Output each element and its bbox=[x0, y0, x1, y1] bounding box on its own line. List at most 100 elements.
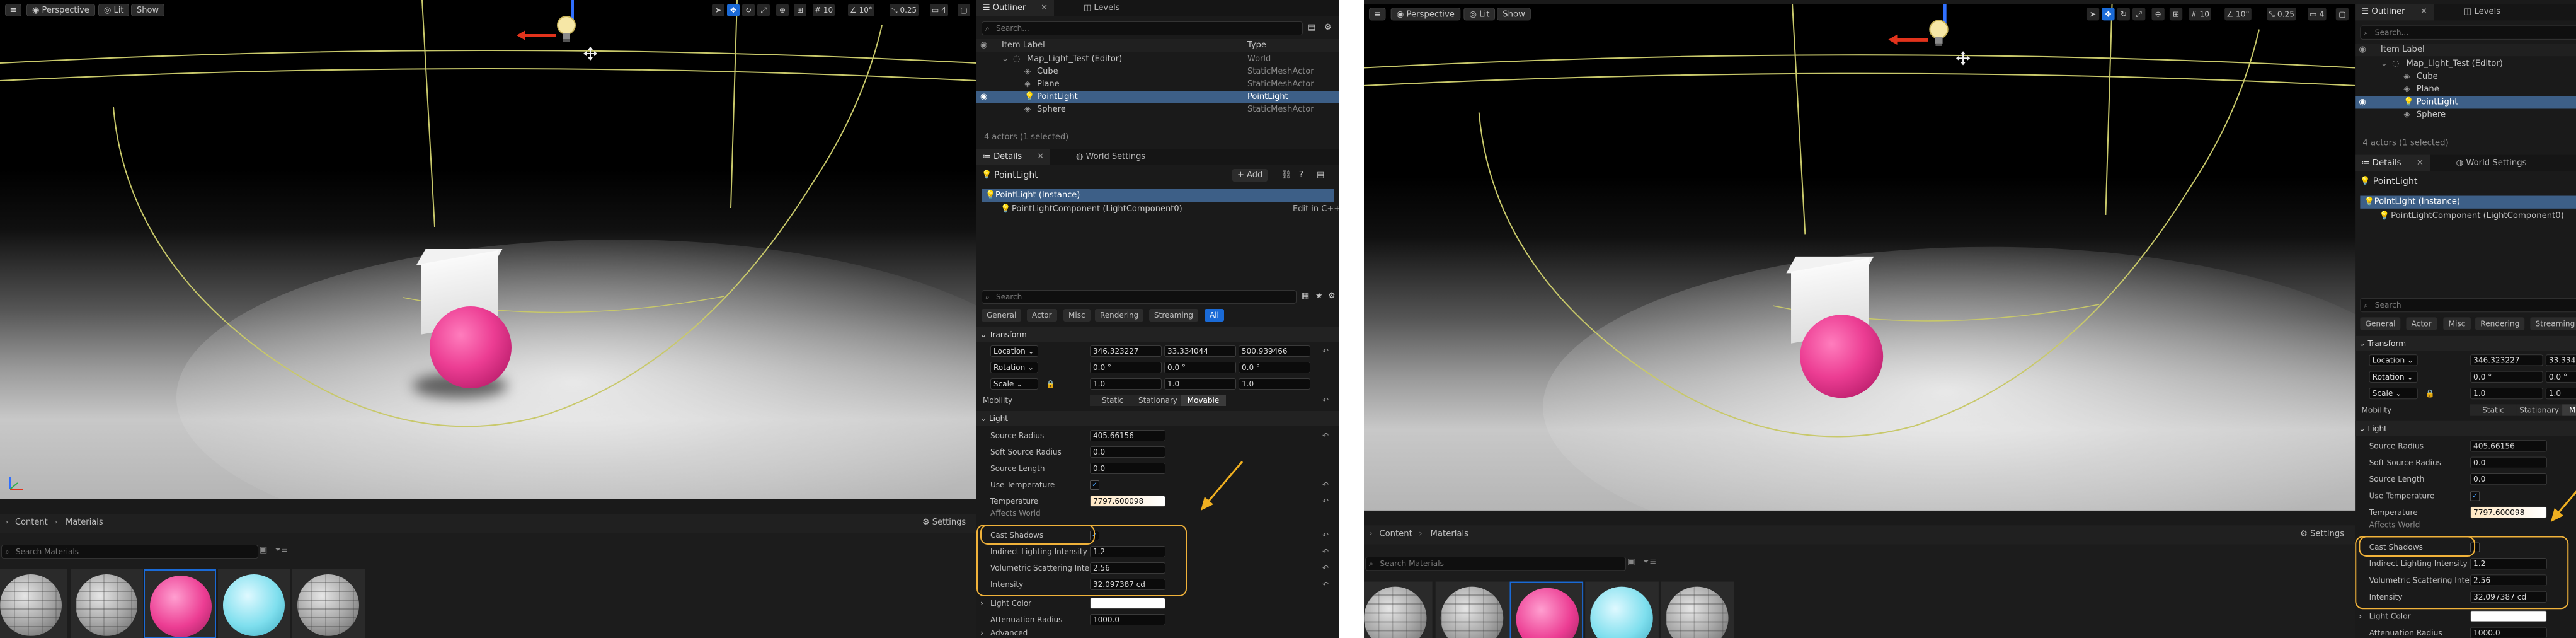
scale-z-field[interactable]: 1.0 bbox=[1239, 378, 1310, 390]
translate-tool-icon[interactable]: ✥ bbox=[727, 4, 740, 16]
point-light-bulb-icon[interactable] bbox=[1926, 18, 1951, 49]
reset-arrow-icon[interactable]: ↶ bbox=[1322, 392, 1329, 409]
surface-snap-icon[interactable]: ⊞ bbox=[794, 4, 806, 16]
close-icon[interactable]: ✕ bbox=[2417, 158, 2424, 168]
tab-levels[interactable]: ◫ Levels bbox=[1077, 0, 1126, 16]
category-misc-button[interactable]: Misc bbox=[1063, 309, 1091, 322]
move-gizmo-icon[interactable] bbox=[1955, 50, 1971, 66]
mobility-stationary-button[interactable]: Stationary bbox=[1135, 395, 1181, 406]
outliner-row[interactable]: ⌄◌Map_Light_Test (Editor)World bbox=[976, 53, 1339, 66]
light-color-swatch[interactable] bbox=[1090, 598, 1165, 609]
rotation-snap-toggle[interactable]: ∠ 10° bbox=[848, 4, 874, 16]
location-x-field[interactable]: 346.323227 bbox=[2470, 354, 2543, 366]
instance-row[interactable]: 💡 PointLight (Instance) bbox=[2360, 195, 2576, 209]
material-thumbnail[interactable] bbox=[1585, 581, 1659, 638]
scale-x-field[interactable]: 1.0 bbox=[2470, 388, 2543, 400]
light-section-header[interactable]: ⌄ Light bbox=[976, 411, 1339, 426]
material-thumbnail-selected[interactable] bbox=[144, 569, 216, 638]
outliner-search-input[interactable]: ⌕ Search... bbox=[982, 21, 1303, 35]
outliner-row[interactable]: ⌄◌Map_Light_Test (Editor)World bbox=[2355, 57, 2576, 70]
scale-snap-toggle[interactable]: ⤡ 0.25 bbox=[2267, 8, 2297, 21]
point-light-bulb-icon[interactable] bbox=[554, 14, 578, 44]
close-icon[interactable]: ✕ bbox=[1037, 152, 1044, 161]
tab-outliner[interactable]: ☰ Outliner ✕ bbox=[976, 0, 1055, 16]
maximize-viewport-icon[interactable]: ▢ bbox=[2335, 8, 2349, 21]
tab-details[interactable]: ≔ Details ✕ bbox=[976, 149, 1051, 165]
blueprint-icon[interactable]: ⛓ bbox=[1281, 169, 1292, 182]
maximize-viewport-icon[interactable]: ▢ bbox=[958, 4, 970, 16]
close-icon[interactable]: ✕ bbox=[2420, 7, 2427, 16]
category-rendering-button[interactable]: Rendering bbox=[2475, 317, 2525, 330]
location-y-field[interactable]: 33.334044 bbox=[2545, 354, 2576, 366]
edit-in-cpp-link[interactable]: Edit in C++ bbox=[1293, 203, 1339, 216]
tab-levels[interactable]: ◫ Levels bbox=[2458, 4, 2507, 20]
lock-icon[interactable]: 🔒 bbox=[1046, 376, 1055, 392]
scale-y-field[interactable]: 1.0 bbox=[1164, 378, 1236, 390]
source-radius-field[interactable]: 405.66156 bbox=[1090, 430, 1165, 441]
category-actor-button[interactable]: Actor bbox=[1027, 309, 1057, 322]
attenuation-radius-field[interactable]: 1000.0 bbox=[2470, 627, 2547, 638]
outliner-row-selected[interactable]: ◉💡PointLightPointLight bbox=[976, 91, 1339, 103]
column-item-label[interactable]: Item Label bbox=[1002, 39, 1045, 52]
tab-details[interactable]: ≔ Details ✕ bbox=[2355, 154, 2430, 171]
level-viewport[interactable]: ≡ ◉ Perspective ◎ Lit Show ➤ ✥ ↻ ⤢ ⊕ ⊞ #… bbox=[1364, 4, 2356, 511]
column-item-label[interactable]: Item Label bbox=[2381, 44, 2425, 56]
help-icon[interactable]: ? bbox=[1299, 169, 1303, 182]
material-thumbnail[interactable] bbox=[71, 569, 143, 638]
show-button[interactable]: Show bbox=[1497, 8, 1531, 21]
translate-tool-icon[interactable]: ✥ bbox=[2102, 8, 2115, 21]
outliner-row-selected[interactable]: ◉💡PointLightPointLight bbox=[2355, 96, 2576, 109]
property-matrix-icon[interactable]: ▦ bbox=[1302, 291, 1309, 301]
column-type[interactable]: Type bbox=[1247, 39, 1266, 52]
reset-arrow-icon[interactable]: ↶ bbox=[1322, 576, 1329, 593]
grid-snap-toggle[interactable]: # 10 bbox=[813, 4, 835, 16]
rotation-dropdown[interactable]: Rotation ⌄ bbox=[2369, 371, 2418, 383]
details-search-input[interactable]: ⌕ Search bbox=[982, 290, 1297, 304]
tab-world-settings[interactable]: ◍ World Settings bbox=[2449, 155, 2533, 171]
add-filter-icon[interactable]: ▤ bbox=[1308, 23, 1315, 32]
rotation-x-field[interactable]: 0.0 ° bbox=[1090, 362, 1162, 373]
source-length-field[interactable]: 0.0 bbox=[2470, 473, 2547, 485]
source-radius-field[interactable]: 405.66156 bbox=[2470, 440, 2547, 452]
advanced-row[interactable]: › Advanced bbox=[976, 628, 1339, 638]
settings-button[interactable]: ⚙ Settings bbox=[922, 518, 966, 527]
material-thumbnail[interactable] bbox=[1660, 581, 1734, 638]
lit-button[interactable]: ◎ Lit bbox=[1463, 8, 1496, 21]
camera-speed-button[interactable]: ▭ 4 bbox=[930, 4, 948, 16]
outliner-row[interactable]: ◈CubeStaticMeshActor bbox=[976, 66, 1339, 78]
scale-dropdown[interactable]: Scale ⌄ bbox=[990, 378, 1038, 390]
temperature-field[interactable]: 7797.600098 bbox=[1090, 496, 1165, 507]
category-general-button[interactable]: General bbox=[982, 309, 1022, 322]
scale-x-field[interactable]: 1.0 bbox=[1090, 378, 1162, 390]
actor-name-field[interactable]: PointLight bbox=[2373, 175, 2418, 188]
rotation-dropdown[interactable]: Rotation ⌄ bbox=[990, 362, 1038, 373]
scale-dropdown[interactable]: Scale ⌄ bbox=[2369, 388, 2418, 400]
rotate-tool-icon[interactable]: ↻ bbox=[742, 4, 755, 16]
category-general-button[interactable]: General bbox=[2360, 317, 2401, 330]
lock-icon[interactable]: 🔒 bbox=[2425, 385, 2435, 402]
scale-snap-toggle[interactable]: ⤡ 0.25 bbox=[890, 4, 919, 16]
rotation-snap-toggle[interactable]: ∠ 10° bbox=[2224, 8, 2252, 21]
component-row[interactable]: 💡 PointLightComponent (LightComponent0) Ed… bbox=[976, 203, 1339, 216]
rotation-z-field[interactable]: 0.0 ° bbox=[1239, 362, 1310, 373]
category-streaming-button[interactable]: Streaming bbox=[2530, 317, 2576, 330]
breadcrumb-content[interactable]: Content bbox=[15, 518, 48, 527]
source-length-field[interactable]: 0.0 bbox=[1090, 463, 1165, 474]
category-rendering-button[interactable]: Rendering bbox=[1095, 309, 1144, 322]
breadcrumb-materials[interactable]: Materials bbox=[1431, 529, 1468, 538]
sphere-mesh[interactable] bbox=[430, 306, 512, 388]
materials-search-input[interactable]: ⌕ Search Materials bbox=[1, 545, 258, 559]
scale-y-field[interactable]: 1.0 bbox=[2545, 388, 2576, 400]
component-row[interactable]: 💡 PointLightComponent (LightComponent0) bbox=[2355, 210, 2576, 223]
breadcrumb-materials[interactable]: Materials bbox=[66, 518, 103, 527]
mobility-static-button[interactable]: Static bbox=[1090, 395, 1135, 406]
settings-button[interactable]: ⚙ Settings bbox=[2300, 529, 2344, 538]
category-all-button[interactable]: All bbox=[1205, 309, 1224, 322]
move-gizmo-icon[interactable] bbox=[582, 45, 598, 62]
rotation-y-field[interactable]: 0.0 ° bbox=[1164, 362, 1236, 373]
material-thumbnail[interactable] bbox=[0, 569, 67, 638]
soft-source-radius-field[interactable]: 0.0 bbox=[1090, 446, 1165, 458]
outliner-row[interactable]: ◈SphereStaticMeshActor bbox=[2355, 108, 2576, 121]
gizmo-x-arrow[interactable] bbox=[517, 30, 556, 40]
select-tool-icon[interactable]: ➤ bbox=[712, 4, 724, 16]
